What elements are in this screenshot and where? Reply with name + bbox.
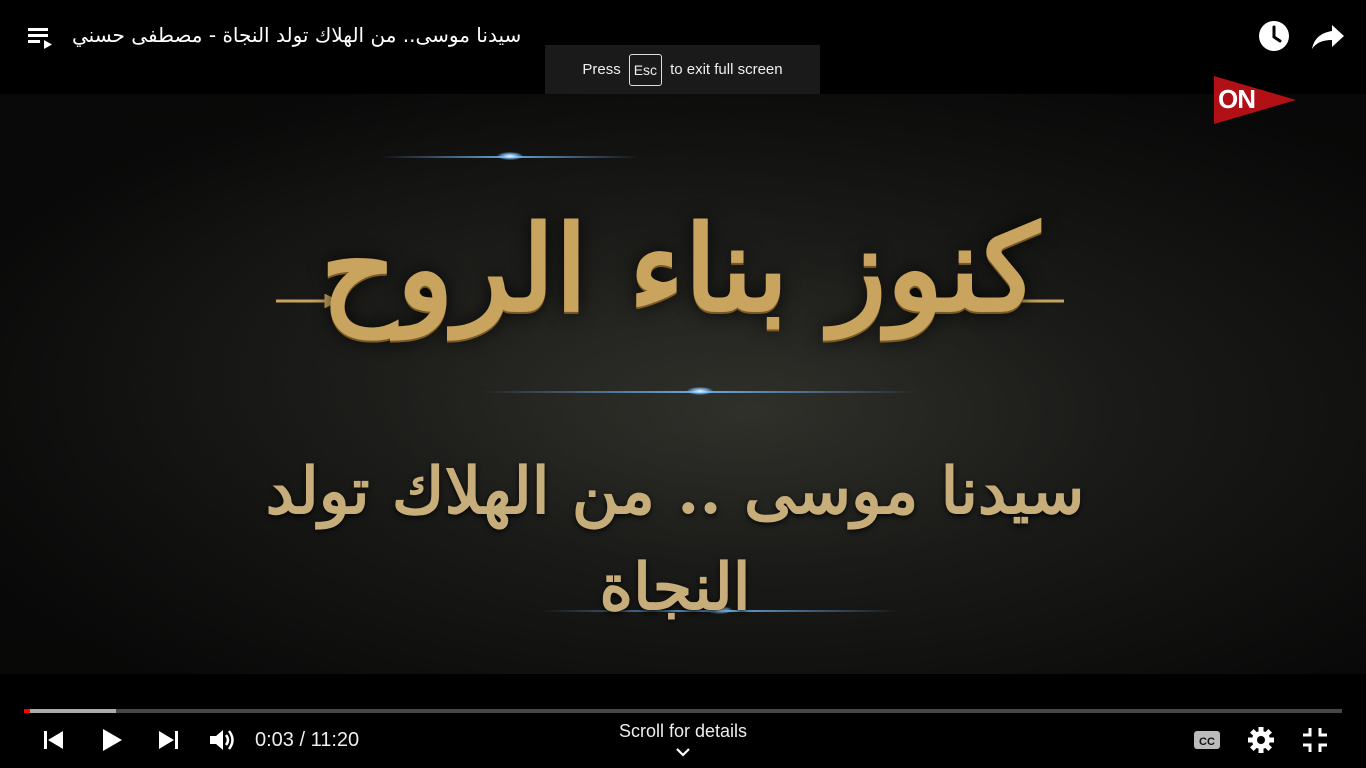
channel-logo-text: ON xyxy=(1218,84,1256,114)
next-icon xyxy=(159,731,178,749)
video-player[interactable]: كنوز بناء الروح سيدنا موسى .. من الهلاك … xyxy=(0,0,1366,768)
esc-key-badge: Esc xyxy=(628,53,663,86)
video-frame[interactable]: كنوز بناء الروح سيدنا موسى .. من الهلاك … xyxy=(0,94,1366,674)
toast-suffix: to exit full screen xyxy=(670,61,783,78)
chevron-down-icon[interactable] xyxy=(675,746,691,758)
previous-icon xyxy=(44,731,63,749)
playlist-button[interactable] xyxy=(24,22,56,54)
time-display: 0:03 / 11:20 xyxy=(255,729,360,751)
captions-button[interactable]: CC xyxy=(1191,724,1223,756)
volume-icon xyxy=(210,730,234,750)
exit-fullscreen-button[interactable] xyxy=(1299,724,1331,756)
settings-button[interactable] xyxy=(1245,724,1277,756)
share-arrow-icon xyxy=(1312,25,1344,49)
share-button[interactable] xyxy=(1310,18,1346,54)
svg-text:CC: CC xyxy=(1199,736,1215,748)
gear-icon xyxy=(1248,727,1274,753)
clock-icon xyxy=(1259,21,1289,51)
progress-played xyxy=(24,709,30,713)
video-title[interactable]: سيدنا موسى.. من الهلاك تولد النجاة - مصط… xyxy=(72,21,521,49)
scroll-for-details[interactable]: Scroll for details xyxy=(583,721,783,742)
episode-subtitle-art: سيدنا موسى .. من الهلاك تولد النجاة xyxy=(265,454,1085,625)
light-flare-glow xyxy=(497,152,523,160)
toast-prefix: Press xyxy=(582,61,621,78)
progress-buffered xyxy=(24,709,117,713)
captions-icon: CC xyxy=(1194,731,1220,749)
light-flare-glow xyxy=(687,387,713,395)
progress-bar[interactable] xyxy=(24,709,1342,713)
playlist-icon xyxy=(28,28,52,49)
volume-button[interactable] xyxy=(206,724,238,756)
exit-fullscreen-toast: Press Esc to exit full screen xyxy=(545,45,820,94)
previous-button[interactable] xyxy=(37,724,69,756)
exit-fullscreen-icon xyxy=(1303,728,1327,752)
play-icon xyxy=(103,729,122,751)
play-button[interactable] xyxy=(95,724,127,756)
next-button[interactable] xyxy=(153,724,185,756)
watch-later-button[interactable] xyxy=(1256,18,1292,54)
program-title-art: كنوز بناء الروح xyxy=(320,199,1040,338)
